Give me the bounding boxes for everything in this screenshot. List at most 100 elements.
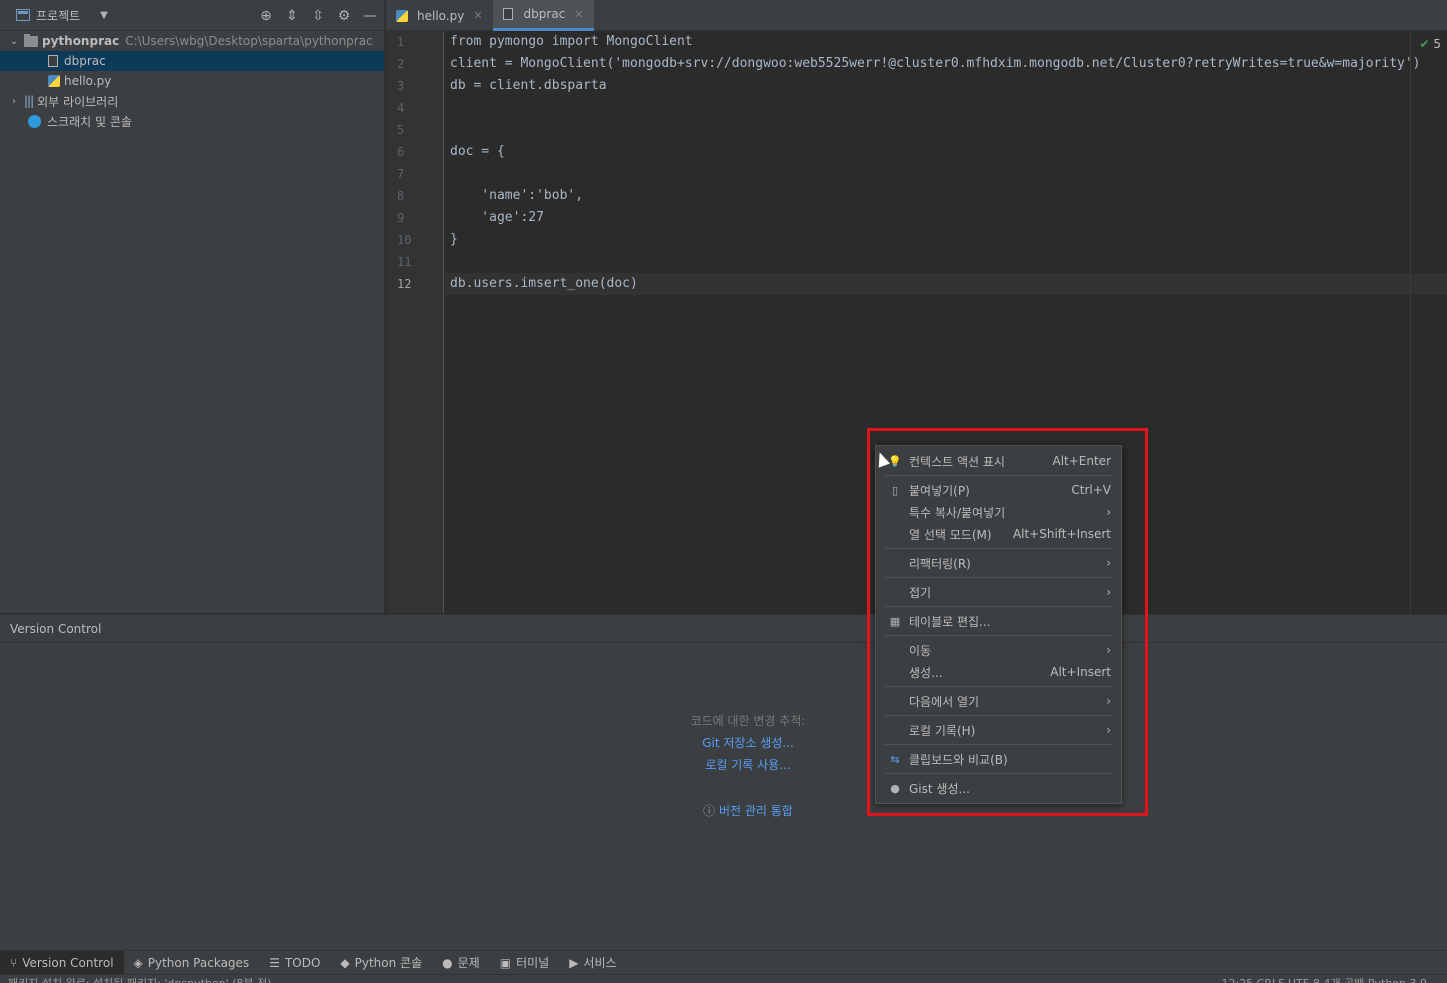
menu-show-context-actions[interactable]: 💡 컨텍스트 액션 표시 Alt+Enter bbox=[876, 450, 1121, 472]
chevron-down-icon[interactable]: ▼ bbox=[100, 10, 108, 21]
branch-icon: ⑂ bbox=[10, 955, 18, 970]
menu-label: 열 선택 모드(M) bbox=[909, 527, 992, 542]
chevron-right-icon: › bbox=[1106, 505, 1111, 519]
menu-refactor[interactable]: 리팩터링(R) › bbox=[876, 552, 1121, 574]
gear-icon[interactable]: ⚙ bbox=[336, 8, 352, 24]
python-icon: ◆ bbox=[340, 955, 350, 970]
clipboard-icon: ▯ bbox=[891, 483, 899, 497]
close-icon[interactable]: ✕ bbox=[473, 9, 482, 22]
menu-folding[interactable]: 접기 › bbox=[876, 581, 1121, 603]
project-view-selector[interactable]: 프로젝트 ▼ bbox=[16, 7, 108, 24]
project-panel: 프로젝트 ▼ ⊕ ⇕ ⇳ ⚙ — ⌄ pythonprac C:\Users\w… bbox=[0, 0, 385, 613]
menu-label: 컨텍스트 액션 표시 bbox=[909, 454, 1005, 469]
tool-version-control[interactable]: ⑂ Version Control bbox=[0, 950, 124, 975]
tree-item-root[interactable]: ⌄ pythonprac C:\Users\wbg\Desktop\sparta… bbox=[0, 31, 384, 51]
menu-label: 이동 bbox=[909, 643, 932, 658]
code-line[interactable]: db = client.dbsparta bbox=[445, 75, 1447, 97]
inspection-status[interactable]: ✔ 5 bbox=[1419, 37, 1441, 51]
locate-icon[interactable]: ⊕ bbox=[258, 8, 274, 24]
tool-terminal[interactable]: ▣ 터미널 bbox=[490, 951, 559, 975]
vcs-integration-link[interactable]: ⓘ 버전 관리 통합 bbox=[648, 800, 848, 822]
status-message[interactable]: 패키지 설치 완료: 설치된 패키지: 'dnspython' (8분 전) bbox=[8, 975, 271, 983]
project-panel-header: 프로젝트 ▼ ⊕ ⇕ ⇳ ⚙ — bbox=[0, 0, 384, 31]
menu-open-in[interactable]: 다음에서 열기 › bbox=[876, 690, 1121, 712]
tab-hello-py[interactable]: hello.py ✕ bbox=[386, 0, 493, 31]
close-icon[interactable]: ✕ bbox=[574, 8, 583, 21]
tool-python-console[interactable]: ◆ Python 콘솔 bbox=[330, 951, 432, 975]
code-line[interactable]: 'name':'bob', bbox=[445, 185, 1447, 207]
project-panel-title: 프로젝트 bbox=[36, 8, 81, 23]
line-number: 10 bbox=[397, 233, 412, 247]
tree-item-label: hello.py bbox=[64, 74, 112, 88]
code-line[interactable]: client = MongoClient('mongodb+srv://dong… bbox=[445, 53, 1447, 75]
file-icon bbox=[48, 55, 58, 67]
code-line[interactable] bbox=[445, 119, 1447, 141]
menu-separator bbox=[885, 715, 1112, 716]
terminal-icon: ▣ bbox=[499, 955, 512, 970]
tree-item-scratches[interactable]: 스크래치 및 콘솔 bbox=[0, 111, 384, 131]
line-number: 8 bbox=[397, 189, 405, 203]
menu-shortcut: Alt+Shift+Insert bbox=[1012, 527, 1111, 541]
menu-paste[interactable]: ▯ 붙여넣기(P) Ctrl+V bbox=[876, 479, 1121, 501]
chevron-down-icon[interactable]: ⌄ bbox=[8, 36, 20, 47]
menu-label: 접기 bbox=[909, 585, 932, 600]
line-number: 9 bbox=[397, 211, 405, 225]
minimize-icon[interactable]: — bbox=[362, 8, 378, 24]
project-icon bbox=[16, 9, 30, 21]
menu-label: 다음에서 열기 bbox=[909, 694, 980, 709]
menu-compare-with-clipboard[interactable]: ⇆ 클립보드와 비교(B) bbox=[876, 748, 1121, 770]
menu-local-history[interactable]: 로컬 기록(H) › bbox=[876, 719, 1121, 741]
vc-hint: 코드에 대한 변경 추적: bbox=[690, 714, 806, 728]
tool-label: 서비스 bbox=[583, 956, 617, 970]
folder-icon bbox=[24, 33, 38, 47]
menu-icon-spacer bbox=[888, 505, 902, 519]
menu-separator bbox=[885, 635, 1112, 636]
menu-label: 테이블로 편집... bbox=[909, 614, 991, 629]
menu-create-gist[interactable]: ● Gist 생성... bbox=[876, 777, 1121, 799]
root-folder-label: pythonprac bbox=[42, 34, 120, 48]
line-number: 2 bbox=[397, 57, 405, 71]
status-indicators[interactable]: 12:25 CRLF UTF-8 4개 공백 Python 3.9 bbox=[1221, 975, 1427, 983]
expand-all-icon[interactable]: ⇕ bbox=[284, 8, 300, 24]
menu-shortcut: Alt+Enter bbox=[1052, 454, 1111, 468]
code-line[interactable] bbox=[445, 251, 1447, 273]
code-line[interactable]: doc = { bbox=[445, 141, 1447, 163]
menu-label: 클립보드와 비교(B) bbox=[909, 752, 1008, 767]
tree-item-hello-py[interactable]: hello.py bbox=[0, 71, 384, 91]
tool-todo[interactable]: ☰ TODO bbox=[259, 951, 330, 975]
code-line[interactable]: 'age':27 bbox=[445, 207, 1447, 229]
tab-label: dbprac bbox=[523, 7, 566, 21]
chevron-right-icon[interactable]: › bbox=[8, 96, 20, 107]
menu-edit-as-table[interactable]: ▦ 테이블로 편집... bbox=[876, 610, 1121, 632]
line-number: 4 bbox=[397, 101, 405, 115]
tab-dbprac[interactable]: dbprac ✕ bbox=[492, 0, 594, 31]
menu-special-copy-paste[interactable]: 특수 복사/붙여넣기 › bbox=[876, 501, 1121, 523]
tab-label: hello.py bbox=[417, 8, 465, 23]
create-git-repo-link[interactable]: Git 저장소 생성... bbox=[648, 732, 848, 754]
code-line-current[interactable]: db.users.imsert_one(doc) bbox=[445, 273, 1447, 295]
collapse-all-icon[interactable]: ⇳ bbox=[310, 8, 326, 24]
local-history-link[interactable]: 로컬 기록 사용... bbox=[648, 754, 848, 776]
menu-icon-spacer bbox=[888, 665, 902, 679]
menu-separator bbox=[885, 475, 1112, 476]
library-icon: ||| bbox=[24, 94, 34, 108]
lightbulb-icon: 💡 bbox=[888, 454, 902, 468]
tool-python-packages[interactable]: ◈ Python Packages bbox=[124, 951, 260, 975]
menu-column-selection-mode[interactable]: 열 선택 모드(M) Alt+Shift+Insert bbox=[876, 523, 1121, 545]
tool-problems[interactable]: ● 문제 bbox=[432, 951, 490, 975]
code-line[interactable]: from pymongo import MongoClient bbox=[445, 31, 1447, 53]
code-line[interactable]: } bbox=[445, 229, 1447, 251]
tool-label: Python Packages bbox=[147, 955, 250, 970]
editor-tabs: hello.py ✕ dbprac ✕ bbox=[386, 0, 1447, 31]
tree-item-external-libraries[interactable]: › ||| 외부 라이브러리 bbox=[0, 91, 384, 111]
line-number: 5 bbox=[397, 123, 405, 137]
root-folder-path: C:\Users\wbg\Desktop\sparta\pythonprac bbox=[125, 34, 373, 48]
layers-icon: ◈ bbox=[133, 955, 143, 970]
menu-generate[interactable]: 생성... Alt+Insert bbox=[876, 661, 1121, 683]
tree-item-dbprac[interactable]: dbprac bbox=[0, 51, 384, 71]
menu-go-to[interactable]: 이동 › bbox=[876, 639, 1121, 661]
code-line[interactable] bbox=[445, 163, 1447, 185]
tool-services[interactable]: ▶ 서비스 bbox=[559, 951, 626, 975]
tool-label: Python 콘솔 bbox=[354, 956, 423, 970]
code-line[interactable] bbox=[445, 97, 1447, 119]
